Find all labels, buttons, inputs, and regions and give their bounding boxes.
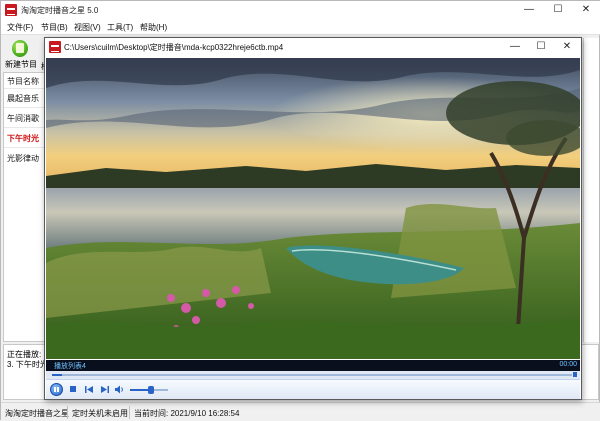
- maximize-button[interactable]: ☐: [544, 1, 572, 20]
- menu-program[interactable]: 节目(B): [41, 22, 68, 33]
- video-scene: [46, 58, 580, 359]
- list-item-active[interactable]: 下午时光: [7, 133, 39, 144]
- new-program-button[interactable]: 新建节目: [3, 38, 39, 70]
- player-app-icon: [49, 41, 61, 53]
- seek-end-marker: [573, 372, 577, 377]
- player-info-bar: 播放列表4 00:00: [46, 360, 580, 371]
- new-program-icon: [12, 40, 28, 57]
- menu-help[interactable]: 帮助(H): [140, 22, 167, 33]
- previous-button[interactable]: [84, 384, 95, 395]
- player-title-bar[interactable]: C:\Users\cuilm\Desktop\定时播音\mda-kcp0322h…: [45, 38, 581, 56]
- seek-progress: [52, 374, 62, 376]
- program-list: 节目名称 晨起音乐 午间消歌 下午时光 光影律动: [3, 72, 45, 342]
- app-icon: [5, 4, 17, 16]
- volume-icon: [115, 385, 123, 394]
- title-bar[interactable]: 淘淘定时播音之星 5.0 — ☐ ✕: [1, 1, 600, 20]
- video-frame[interactable]: [46, 58, 580, 359]
- close-button[interactable]: ✕: [572, 1, 600, 20]
- next-button[interactable]: [99, 384, 110, 395]
- menu-bar: 文件(F) 节目(B) 视图(V) 工具(T) 帮助(H): [1, 20, 600, 35]
- status-shutdown: 定时关机未启用: [72, 409, 128, 418]
- new-program-label: 新建节目: [5, 60, 37, 69]
- next-icon: [101, 386, 109, 393]
- status-bar: 淘淘定时播音之星 定时关机未启用 当前时间: 2021/9/10 16:28:5…: [1, 402, 600, 421]
- video-player-window: C:\Users\cuilm\Desktop\定时播音\mda-kcp0322h…: [44, 37, 582, 400]
- volume-slider-handle[interactable]: [148, 386, 154, 394]
- minimize-button[interactable]: —: [515, 1, 543, 20]
- volume-button[interactable]: [114, 384, 125, 395]
- player-minimize-button[interactable]: —: [502, 38, 528, 56]
- list-item[interactable]: 午间消歌: [7, 113, 39, 124]
- menu-tools[interactable]: 工具(T): [107, 22, 133, 33]
- player-maximize-button[interactable]: ☐: [528, 38, 554, 56]
- stop-button[interactable]: [68, 384, 79, 395]
- list-item[interactable]: 光影律动: [7, 153, 39, 164]
- track-name: 播放列表4: [54, 363, 86, 370]
- track-time: 00:00: [559, 361, 577, 368]
- seek-bar[interactable]: [46, 371, 580, 379]
- main-list-edge: [583, 38, 599, 342]
- player-close-button[interactable]: ✕: [554, 38, 580, 56]
- previous-icon: [85, 386, 93, 393]
- menu-file[interactable]: 文件(F): [7, 22, 33, 33]
- status-current-time: 当前时间: 2021/9/10 16:28:54: [134, 409, 240, 418]
- player-controls: [46, 379, 580, 399]
- pause-button[interactable]: [50, 383, 63, 396]
- window-title: 淘淘定时播音之星 5.0: [21, 6, 99, 15]
- menu-view[interactable]: 视图(V): [74, 22, 101, 33]
- list-item[interactable]: 晨起音乐: [7, 93, 39, 104]
- list-header: 节目名称: [7, 77, 39, 86]
- player-title: C:\Users\cuilm\Desktop\定时播音\mda-kcp0322h…: [64, 43, 284, 52]
- seek-track[interactable]: [52, 374, 572, 376]
- now-playing-track: 3. 下午时光: [7, 360, 48, 369]
- status-app-name: 淘淘定时播音之星: [5, 409, 69, 418]
